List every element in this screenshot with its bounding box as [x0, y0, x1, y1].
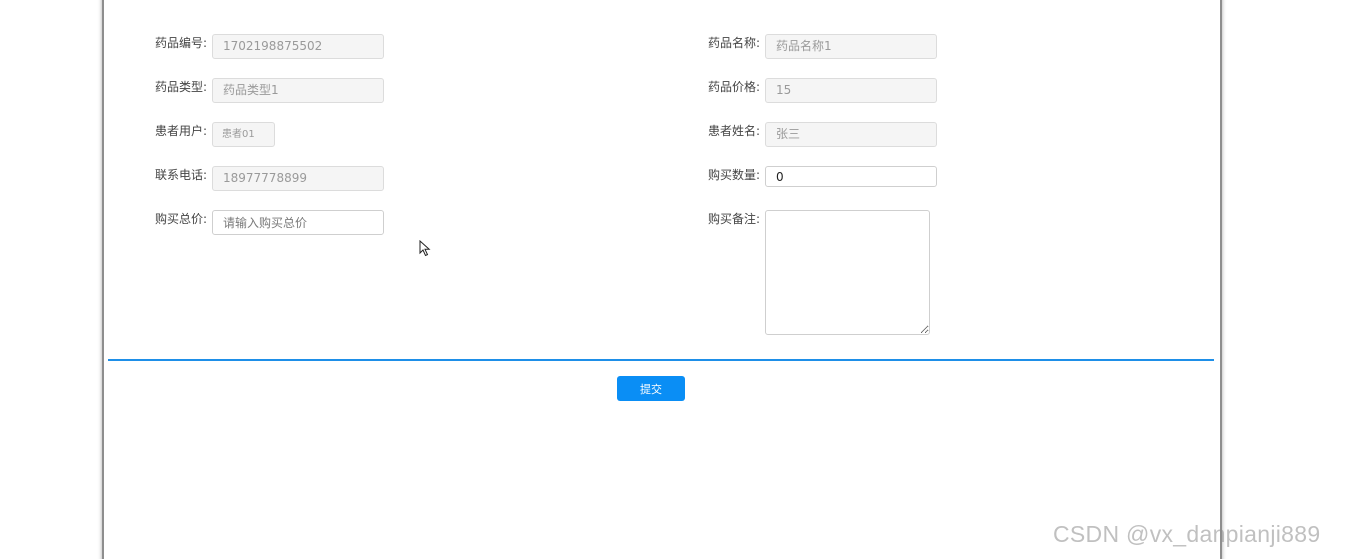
mouse-pointer-icon [419, 240, 431, 257]
drug-type-field[interactable]: 药品类型1 [212, 78, 384, 103]
quantity-input[interactable] [765, 166, 937, 187]
app-viewport: 药品编号: 1702198875502 药品名称: 药品名称1 药品类型: 药品… [0, 0, 1350, 559]
drug-code-field[interactable]: 1702198875502 [212, 34, 384, 59]
drug-name-field[interactable]: 药品名称1 [765, 34, 937, 59]
patient-name-label: 患者姓名: [708, 124, 761, 138]
phone-label: 联系电话: [155, 168, 208, 182]
form-divider [108, 359, 1214, 361]
phone-field[interactable]: 18977778899 [212, 166, 384, 191]
remarks-textarea[interactable] [765, 210, 930, 335]
drug-price-field[interactable]: 15 [765, 78, 937, 103]
drug-name-label: 药品名称: [708, 36, 761, 50]
total-price-label: 购买总价: [155, 212, 208, 226]
patient-name-field[interactable]: 张三 [765, 122, 937, 147]
total-price-input[interactable] [212, 210, 384, 235]
patient-user-field[interactable]: 患者01 [212, 122, 275, 147]
watermark-text: CSDN @vx_danpianji889 [1053, 521, 1321, 547]
patient-user-label: 患者用户: [155, 124, 208, 138]
drug-type-label: 药品类型: [155, 80, 208, 94]
remarks-label: 购买备注: [708, 212, 761, 226]
drug-code-label: 药品编号: [155, 36, 208, 50]
drug-price-label: 药品价格: [708, 80, 761, 94]
submit-button[interactable]: 提交 [617, 376, 685, 401]
quantity-label: 购买数量: [708, 168, 761, 182]
